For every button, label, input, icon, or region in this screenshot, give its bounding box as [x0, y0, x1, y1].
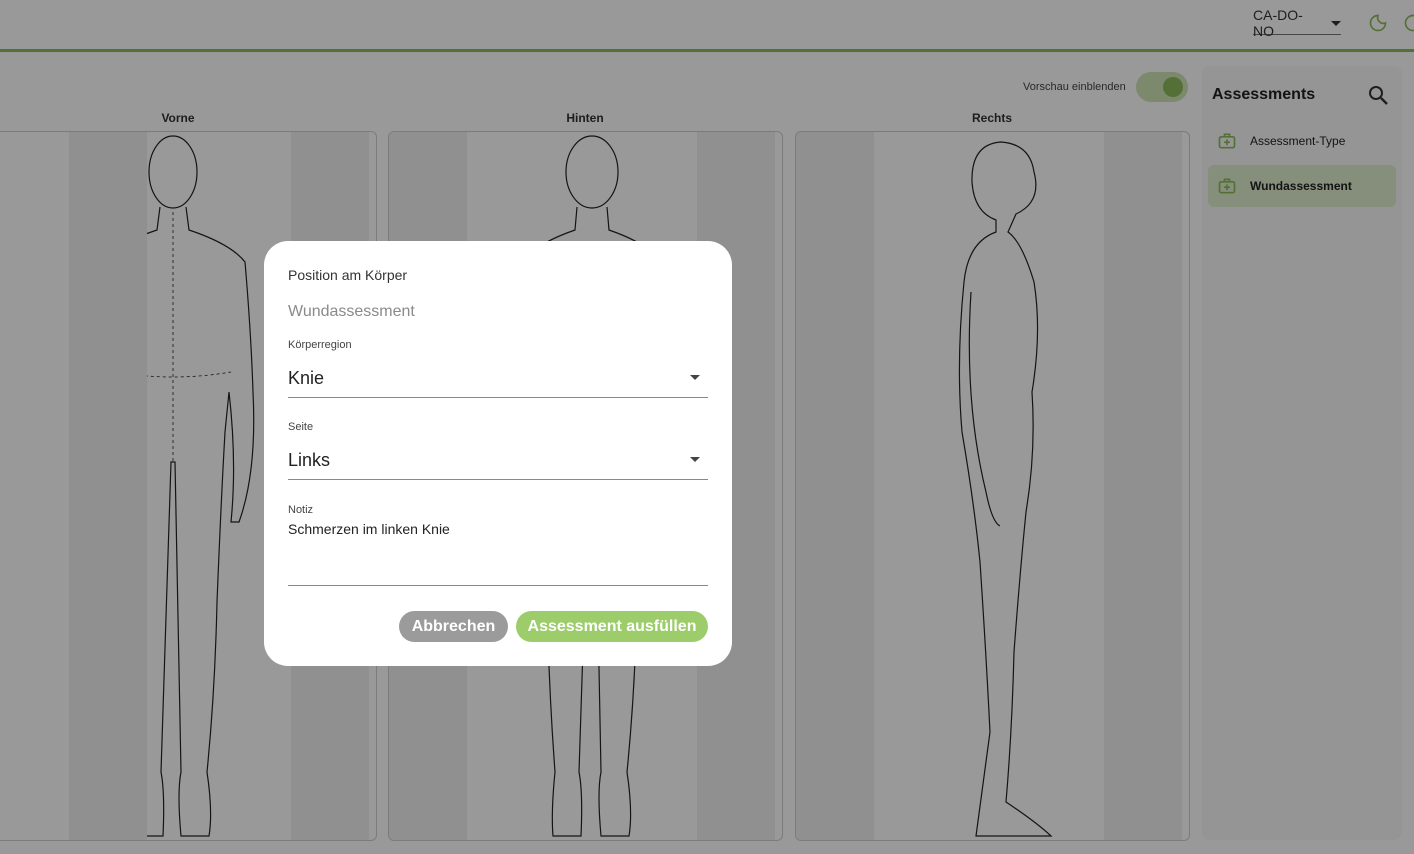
dialog-title: Position am Körper: [288, 267, 408, 283]
chevron-down-icon: [690, 457, 700, 462]
fill-assessment-button[interactable]: Assessment ausfüllen: [516, 611, 708, 642]
cancel-button[interactable]: Abbrechen: [399, 611, 508, 642]
side-value: Links: [288, 449, 331, 470]
side-label: Seite: [288, 421, 314, 433]
position-dialog: Position am Körper Wundassessment Körper…: [264, 241, 732, 666]
note-textarea[interactable]: Schmerzen im linken Knie: [288, 521, 708, 586]
note-label: Notiz: [288, 504, 314, 516]
region-value: Knie: [288, 367, 325, 388]
side-select[interactable]: Links: [288, 441, 708, 480]
region-label: Körperregion: [288, 339, 352, 351]
chevron-down-icon: [690, 375, 700, 380]
note-value: Schmerzen im linken Knie: [288, 521, 450, 537]
dialog-subtitle: Wundassessment: [288, 303, 415, 320]
region-select[interactable]: Knie: [288, 359, 708, 398]
